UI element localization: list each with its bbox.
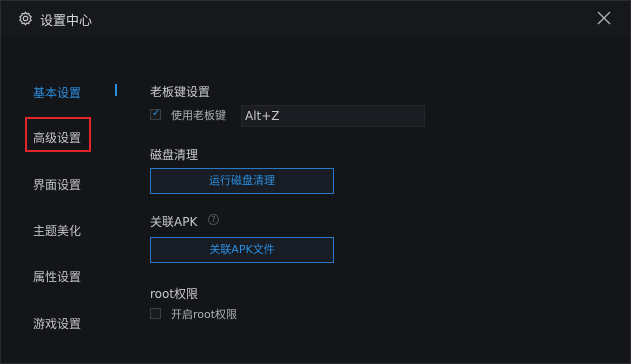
check-icon: ✓ (152, 108, 161, 119)
settings-content: 老板键设置 ✓ 使用老板键 Alt+Z 磁盘清理 运行磁盘清理 关联APK ? … (1, 1, 630, 363)
associate-apk-button[interactable]: 关联APK文件 (150, 237, 334, 263)
root-permission-checkbox-label[interactable]: 开启root权限 (171, 306, 237, 322)
boss-key-hotkey-input[interactable]: Alt+Z (241, 105, 425, 127)
root-permission-checkbox[interactable] (150, 308, 161, 319)
boss-key-checkbox-label[interactable]: 使用老板键 (171, 107, 226, 123)
question-circle-icon[interactable]: ? (208, 214, 219, 225)
apk-association-title: 关联APK (150, 215, 198, 229)
disk-cleanup-title: 磁盘清理 (150, 148, 199, 162)
root-permission-title: root权限 (150, 287, 199, 301)
run-disk-cleanup-button[interactable]: 运行磁盘清理 (150, 168, 334, 194)
boss-key-checkbox[interactable]: ✓ (150, 108, 161, 120)
boss-key-title: 老板键设置 (150, 85, 211, 99)
settings-window: 设置中心 基本设置 高级设置 界面设置 主题美化 属性设置 游戏设置 老板键设置… (0, 0, 631, 364)
